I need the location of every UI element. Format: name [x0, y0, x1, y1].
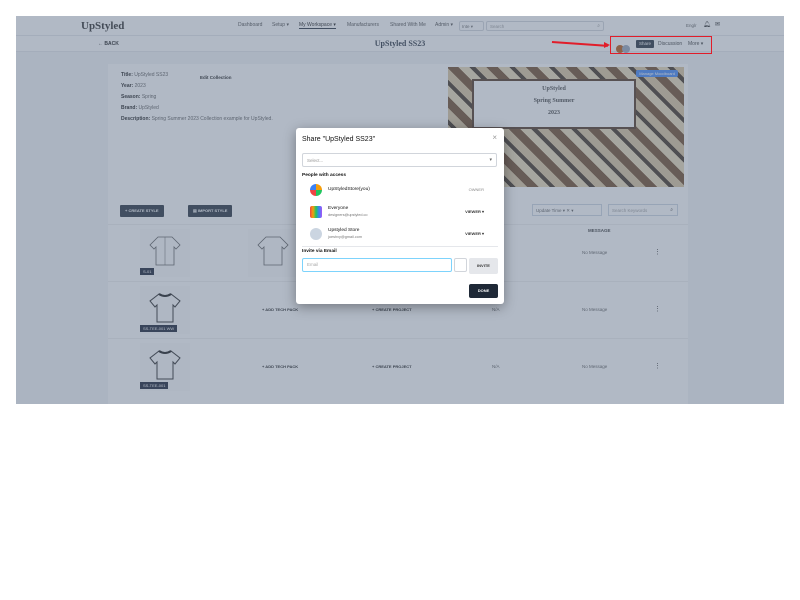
- close-icon[interactable]: ×: [492, 133, 497, 142]
- person-upstyled-store: Upstyled Store joeshvy@gmail.com VIEWER …: [310, 226, 496, 242]
- invite-button[interactable]: INVITE: [469, 258, 498, 274]
- app-window: UpStyled Dashboard Setup ▾ My Workspace …: [16, 16, 784, 404]
- owner-logo-avatar: [310, 184, 322, 196]
- person-owner: UpStyledStore(you) OWNER: [310, 182, 496, 198]
- person-name: UpStyledStore(you): [328, 187, 370, 192]
- arrow-head-icon: [604, 42, 610, 48]
- role-dropdown[interactable]: VIEWER ▾: [465, 231, 484, 236]
- person-everyone: Everyone designers@upstyled.co VIEWER ▾: [310, 204, 496, 220]
- person-email: joeshvy@gmail.com: [328, 235, 363, 239]
- done-button[interactable]: DONE: [469, 284, 498, 298]
- email-field[interactable]: Email: [302, 258, 452, 272]
- chevron-down-icon: ▾: [489, 157, 492, 163]
- divider: [302, 246, 498, 247]
- people-heading: People with access: [302, 173, 346, 178]
- person-name: Upstyled Store: [328, 228, 360, 233]
- person-role: OWNER: [468, 187, 484, 192]
- share-target-select[interactable]: Select... ▾: [302, 153, 497, 167]
- group-avatar: [310, 206, 322, 218]
- person-email: designers@upstyled.co: [328, 213, 368, 217]
- invite-heading: Invite via Email: [302, 249, 337, 254]
- highlight-box: [610, 36, 712, 54]
- email-placeholder: Email: [307, 262, 319, 267]
- select-placeholder: Select...: [307, 158, 324, 163]
- share-dialog: Share "UpStyled SS23" × Select... ▾ Peop…: [296, 128, 504, 304]
- role-dropdown[interactable]: VIEWER ▾: [465, 209, 484, 214]
- person-name: Everyone: [328, 206, 349, 211]
- dialog-title: Share "UpStyled SS23": [302, 136, 376, 143]
- role-picker[interactable]: [454, 258, 467, 272]
- user-avatar-icon: [310, 228, 322, 240]
